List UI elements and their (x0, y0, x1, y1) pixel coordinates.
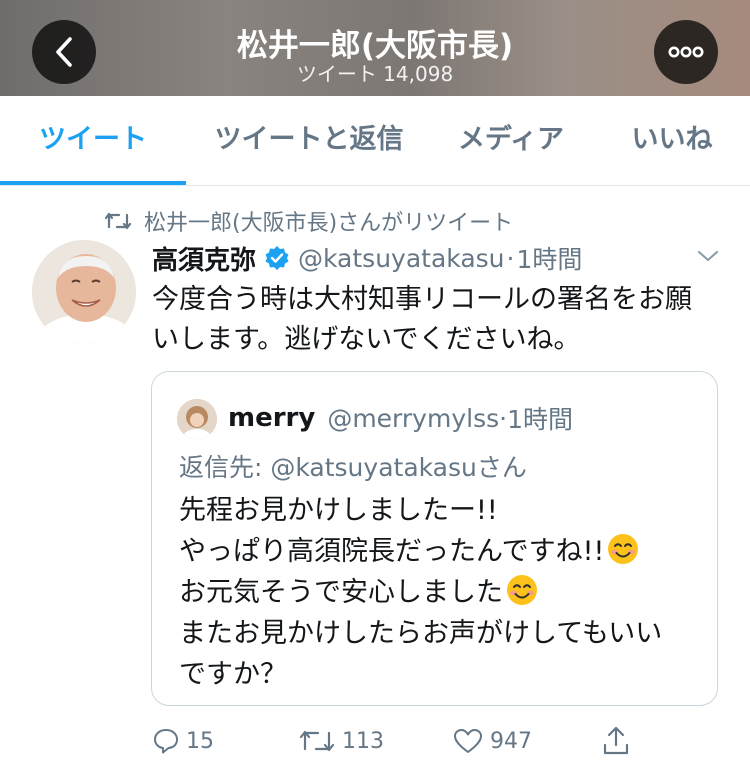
share-icon (603, 726, 629, 755)
reply-button[interactable]: 15 (152, 718, 214, 764)
profile-tabs: ツイート ツイートと返信 メディア いいね (0, 96, 750, 186)
retweet-count: 113 (342, 728, 384, 754)
tweet-count: ツイート 14,098 (296, 62, 454, 86)
quoted-text-line: またお見かけしたらお声がけしてもいい (179, 618, 663, 649)
quoted-text-line: お元気そうで安心しました (179, 577, 503, 608)
verified-badge-icon (264, 245, 290, 271)
reply-icon (154, 729, 178, 754)
quoted-text-line: ですか？ (179, 659, 287, 690)
reply-to-line: 返信先: @katsuyatakasuさん (179, 448, 527, 484)
tweet-text: 今度合う時は大村知事リコールの署名をお願 いします。逃げないでくださいね。 (152, 280, 722, 360)
tab-tweets-and-replies[interactable]: ツイートと返信 (190, 96, 428, 186)
tweet-menu-button[interactable] (696, 248, 720, 268)
reply-to-suffix: さん (476, 453, 527, 482)
quoted-text-line-with-emoji: やっぱり高須院長だったんですね!! (179, 531, 699, 572)
quoted-time: 1時間 (507, 405, 573, 434)
meta-separator: · (506, 243, 515, 273)
quoted-header: merry @merrymylss · 1時間 (228, 398, 573, 438)
quoted-text-line: 先程お見かけしましたー!! (179, 495, 498, 526)
quoted-avatar-image (177, 399, 217, 439)
like-count: 947 (490, 728, 532, 754)
retweet-icon (104, 212, 132, 230)
smiling-face-emoji-icon (507, 575, 537, 605)
like-button[interactable]: 947 (452, 718, 532, 764)
smiling-face-emoji-icon (608, 534, 639, 564)
tweet-header: 高須克弥 @katsuyatakasu · 1時間 (152, 238, 582, 278)
quoted-tweet-card[interactable]: merry @merrymylss · 1時間 返信先: @katsuyatak… (151, 371, 718, 706)
more-button[interactable] (654, 20, 718, 84)
tweet-actions: 15 113 947 (0, 718, 750, 764)
quoted-avatar (177, 399, 217, 439)
quoted-text-line-with-emoji: お元気そうで安心しました (179, 572, 699, 613)
tweet-time[interactable]: 1時間 (516, 240, 582, 276)
retweet-context: 松井一郎(大阪市長)さんがリツイート (104, 206, 513, 236)
author-name[interactable]: 高須克弥 (152, 240, 256, 277)
chevron-down-icon (698, 251, 718, 261)
share-button[interactable] (601, 718, 637, 764)
quoted-text-line: やっぱり高須院長だったんですね!! (179, 536, 605, 567)
retweet-icon (299, 730, 335, 752)
quoted-text: 先程お見かけしましたー!! やっぱり高須院長だったんですね!! お元気そうで安心… (179, 490, 699, 695)
reply-to-handle[interactable]: @katsuyatakasu (270, 453, 477, 482)
meta-separator: · (499, 403, 508, 433)
active-tab-indicator (0, 181, 186, 185)
tab-tweets[interactable]: ツイート (0, 96, 186, 186)
tab-likes[interactable]: いいね (604, 96, 740, 186)
reply-to-prefix: 返信先: (179, 453, 271, 482)
reply-count: 15 (186, 728, 214, 754)
tab-media[interactable]: メディア (438, 96, 584, 186)
tweet-text-line: 今度合う時は大村知事リコールの署名をお願 (152, 284, 692, 315)
avatar-image (32, 240, 136, 344)
quoted-author-name: merry (228, 403, 316, 433)
avatar[interactable] (32, 240, 136, 344)
retweet-context-text: 松井一郎(大阪市長)さんがリツイート (144, 211, 514, 236)
quoted-author-handle: @merrymylss (327, 403, 500, 433)
heart-icon (454, 729, 482, 753)
ellipsis-icon (668, 46, 704, 58)
author-handle[interactable]: @katsuyatakasu (298, 244, 505, 273)
tweet-text-line: いします。逃げないでくださいね。 (152, 324, 581, 355)
retweet-button[interactable]: 113 (298, 718, 384, 764)
profile-header: 松井一郎(大阪市長) ツイート 14,098 (0, 0, 750, 96)
